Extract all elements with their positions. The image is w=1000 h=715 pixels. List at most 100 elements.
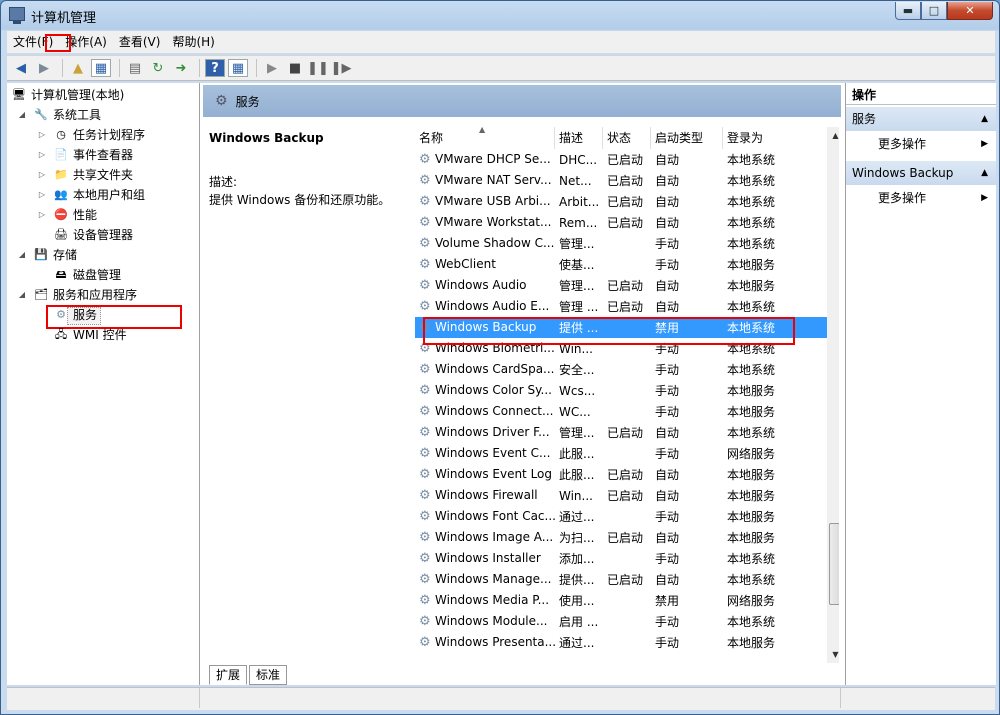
tree-item-system-tools[interactable]: ◢ 🔧 系统工具: [17, 105, 101, 125]
table-row[interactable]: ⚙ Windows Event Log 此服... 已启动 自动 本地服务: [415, 464, 827, 485]
center-pane: ⚙ 服务 Windows Backup 描述: 提供 Windows 备份和还原…: [203, 83, 841, 685]
table-row[interactable]: ⚙ Windows Font Cac... 通过... 手动 本地服务: [415, 506, 827, 527]
table-row[interactable]: ⚙ Windows Image A... 为扫... 已启动 自动 本地服务: [415, 527, 827, 548]
table-row[interactable]: ⚙ Windows Driver F... 管理... 已启动 自动 本地系统: [415, 422, 827, 443]
export-list-icon[interactable]: ➜: [171, 59, 191, 77]
collapsed-triangle-icon[interactable]: ▷: [37, 145, 47, 165]
show-hide-tree-icon[interactable]: ▦: [91, 59, 111, 77]
table-row[interactable]: ⚙ Windows Installer 添加... 手动 本地系统: [415, 548, 827, 569]
tree-item-task-scheduler[interactable]: ▷ ◷ 任务计划程序: [37, 125, 145, 145]
tree-item-device-manager[interactable]: 🖨 设备管理器: [53, 225, 133, 245]
sort-ascending-icon: ▲: [479, 125, 486, 134]
expanded-triangle-icon[interactable]: ◢: [17, 285, 27, 305]
pause-service-icon[interactable]: ❚❚: [307, 59, 329, 77]
service-name-cell: ⚙ Windows Event Log: [415, 467, 555, 482]
service-description: 此服...: [559, 447, 595, 461]
menu-view[interactable]: 查看(V): [113, 32, 167, 52]
toolbar-separator: [119, 59, 120, 77]
tree-item-disk-management[interactable]: 🖴 磁盘管理: [53, 265, 121, 285]
service-description: Wcs...: [559, 383, 596, 398]
service-gear-icon: ⚙: [419, 425, 431, 440]
tree-label: 共享文件夹: [73, 168, 134, 182]
tree-item-root[interactable]: 🖥 计算机管理(本地): [11, 85, 124, 105]
table-row[interactable]: ⚙ Windows Module... 启用 ... 手动 本地系统: [415, 611, 827, 632]
table-row[interactable]: ⚙ VMware DHCP Se... DHC... 已启动 自动 本地系统: [415, 149, 827, 170]
service-name: VMware NAT Serv...: [435, 173, 552, 187]
table-row[interactable]: ⚙ Windows Manage... 提供... 已启动 自动 本地系统: [415, 569, 827, 590]
properties-icon[interactable]: ▤: [125, 59, 145, 77]
actions-section-windows-backup[interactable]: Windows Backup ▲: [846, 161, 996, 185]
scroll-up-icon[interactable]: ▲: [827, 127, 839, 144]
restart-service-icon[interactable]: ❚▶: [331, 59, 352, 77]
forward-arrow-icon[interactable]: ▶: [34, 59, 54, 77]
column-description[interactable]: 描述: [555, 127, 603, 149]
table-row[interactable]: ⚙ WebClient 使基... 手动 本地服务: [415, 254, 827, 275]
actions-section-services[interactable]: 服务 ▲: [846, 107, 996, 131]
table-row[interactable]: ⚙ Windows Audio 管理... 已启动 自动 本地服务: [415, 275, 827, 296]
table-row[interactable]: ⚙ Windows Presenta... 通过... 手动 本地服务: [415, 632, 827, 653]
table-row[interactable]: ⚙ VMware USB Arbi... Arbit... 已启动 自动 本地系统: [415, 191, 827, 212]
service-gear-icon: ⚙: [419, 635, 431, 650]
service-logon-as: 本地服务: [727, 531, 776, 545]
tree-item-services-apps[interactable]: ◢ 🗂 服务和应用程序: [17, 285, 137, 305]
expanded-triangle-icon[interactable]: ◢: [17, 245, 27, 265]
toolbar-separator: [256, 59, 257, 77]
menu-help[interactable]: 帮助(H): [166, 32, 220, 52]
tree-item-shared-folders[interactable]: ▷ 📁 共享文件夹: [37, 165, 133, 185]
caption-buttons: ▬ □ ✕: [895, 2, 993, 20]
collapsed-triangle-icon[interactable]: ▷: [37, 165, 47, 185]
tab-standard[interactable]: 标准: [249, 665, 288, 685]
start-service-icon[interactable]: ▶: [262, 59, 282, 77]
table-row[interactable]: ⚙ VMware NAT Serv... Net... 已启动 自动 本地系统: [415, 170, 827, 191]
collapse-arrow-icon[interactable]: ▲: [981, 107, 988, 131]
collapsed-triangle-icon[interactable]: ▷: [37, 125, 47, 145]
table-row[interactable]: ⚙ Windows CardSpa... 安全... 手动 本地系统: [415, 359, 827, 380]
service-startup-type: 手动: [655, 363, 680, 377]
column-startup-type[interactable]: 启动类型: [651, 127, 723, 149]
collapse-arrow-icon[interactable]: ▲: [981, 161, 988, 185]
tree-item-storage[interactable]: ◢ 💾 存储: [17, 245, 77, 265]
vertical-scrollbar[interactable]: ▲ ▼: [827, 127, 839, 663]
more-actions-windows-backup[interactable]: 更多操作 ▶: [846, 187, 996, 209]
table-row[interactable]: ⚙ Windows Connect... WC... 手动 本地服务: [415, 401, 827, 422]
service-startup-type: 自动: [655, 573, 680, 587]
table-row[interactable]: ⚙ Windows Audio E... 管理 ... 已启动 自动 本地系统: [415, 296, 827, 317]
tree-item-performance[interactable]: ▷ ⛔ 性能: [37, 205, 97, 225]
more-actions-services[interactable]: 更多操作 ▶: [846, 133, 996, 155]
service-startup-type: 自动: [655, 426, 680, 440]
column-logon-as[interactable]: 登录为: [723, 127, 827, 149]
tree-item-event-viewer[interactable]: ▷ 📄 事件查看器: [37, 145, 133, 165]
up-folder-icon[interactable]: ▲: [68, 59, 88, 77]
show-action-pane-icon[interactable]: ▦: [228, 59, 248, 77]
tree-item-wmi[interactable]: 🖧 WMI 控件: [53, 325, 127, 345]
service-startup-type: 自动: [655, 279, 680, 293]
table-row[interactable]: ⚙ VMware Workstat... Rem... 已启动 自动 本地系统: [415, 212, 827, 233]
collapsed-triangle-icon[interactable]: ▷: [37, 185, 47, 205]
scroll-down-icon[interactable]: ▼: [827, 646, 839, 663]
stop-service-icon[interactable]: ■: [285, 59, 305, 77]
table-row[interactable]: ⚙ Windows Event C... 此服... 手动 网络服务: [415, 443, 827, 464]
table-row[interactable]: ⚙ Windows Media P... 使用... 禁用 网络服务: [415, 590, 827, 611]
table-row[interactable]: ⚙ Windows Firewall Win... 已启动 自动 本地服务: [415, 485, 827, 506]
close-button[interactable]: ✕: [947, 2, 993, 20]
table-row[interactable]: ⚙ Volume Shadow C... 管理... 手动 本地系统: [415, 233, 827, 254]
column-name[interactable]: 名称 ▲: [415, 125, 555, 149]
minimize-button[interactable]: ▬: [895, 2, 921, 20]
back-arrow-icon[interactable]: ◀: [11, 59, 31, 77]
tools-icon: 🔧: [34, 108, 48, 121]
collapsed-triangle-icon[interactable]: ▷: [37, 205, 47, 225]
service-logon-as: 网络服务: [727, 594, 776, 608]
title-bar[interactable]: 计算机管理 ▬ □ ✕: [1, 1, 999, 29]
tree-label: WMI 控件: [73, 328, 127, 342]
refresh-icon[interactable]: ↻: [148, 59, 168, 77]
tab-extended[interactable]: 扩展: [209, 665, 248, 685]
expanded-triangle-icon[interactable]: ◢: [17, 105, 27, 125]
tree-item-local-users[interactable]: ▷ 👥 本地用户和组: [37, 185, 145, 205]
table-row[interactable]: ⚙ Windows Color Sy... Wcs... 手动 本地服务: [415, 380, 827, 401]
scroll-thumb[interactable]: [829, 523, 839, 605]
maximize-button[interactable]: □: [921, 2, 947, 20]
client-area: 🖥 计算机管理(本地) ◢ 🔧 系统工具 ▷ ◷ 任务计划程序 ▷ 📄 事件查看…: [7, 83, 996, 685]
help-icon[interactable]: ?: [205, 59, 225, 77]
tree-label: 本地用户和组: [73, 188, 146, 202]
column-status[interactable]: 状态: [603, 127, 651, 149]
